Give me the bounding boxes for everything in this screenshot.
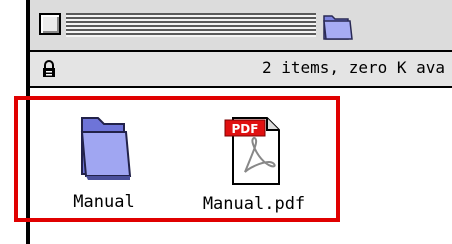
pdf-document-icon: PDF — [224, 117, 280, 185]
folder-icon — [80, 117, 132, 180]
item-label: Manual — [73, 192, 135, 212]
status-text: 2 items, zero K ava — [262, 58, 446, 77]
close-box[interactable] — [39, 13, 61, 35]
item-label: Manual.pdf — [202, 194, 306, 214]
svg-text:PDF: PDF — [232, 122, 259, 136]
lock-icon — [43, 60, 55, 77]
file-item-manual-pdf[interactable]: PDF Manual.pdf — [190, 112, 318, 214]
title-bar-stripes — [66, 13, 316, 37]
title-bar[interactable] — [30, 0, 452, 52]
folder-icon — [323, 15, 353, 40]
file-item-manual-folder[interactable]: Manual — [62, 114, 146, 212]
info-bar: 2 items, zero K ava — [30, 52, 452, 88]
